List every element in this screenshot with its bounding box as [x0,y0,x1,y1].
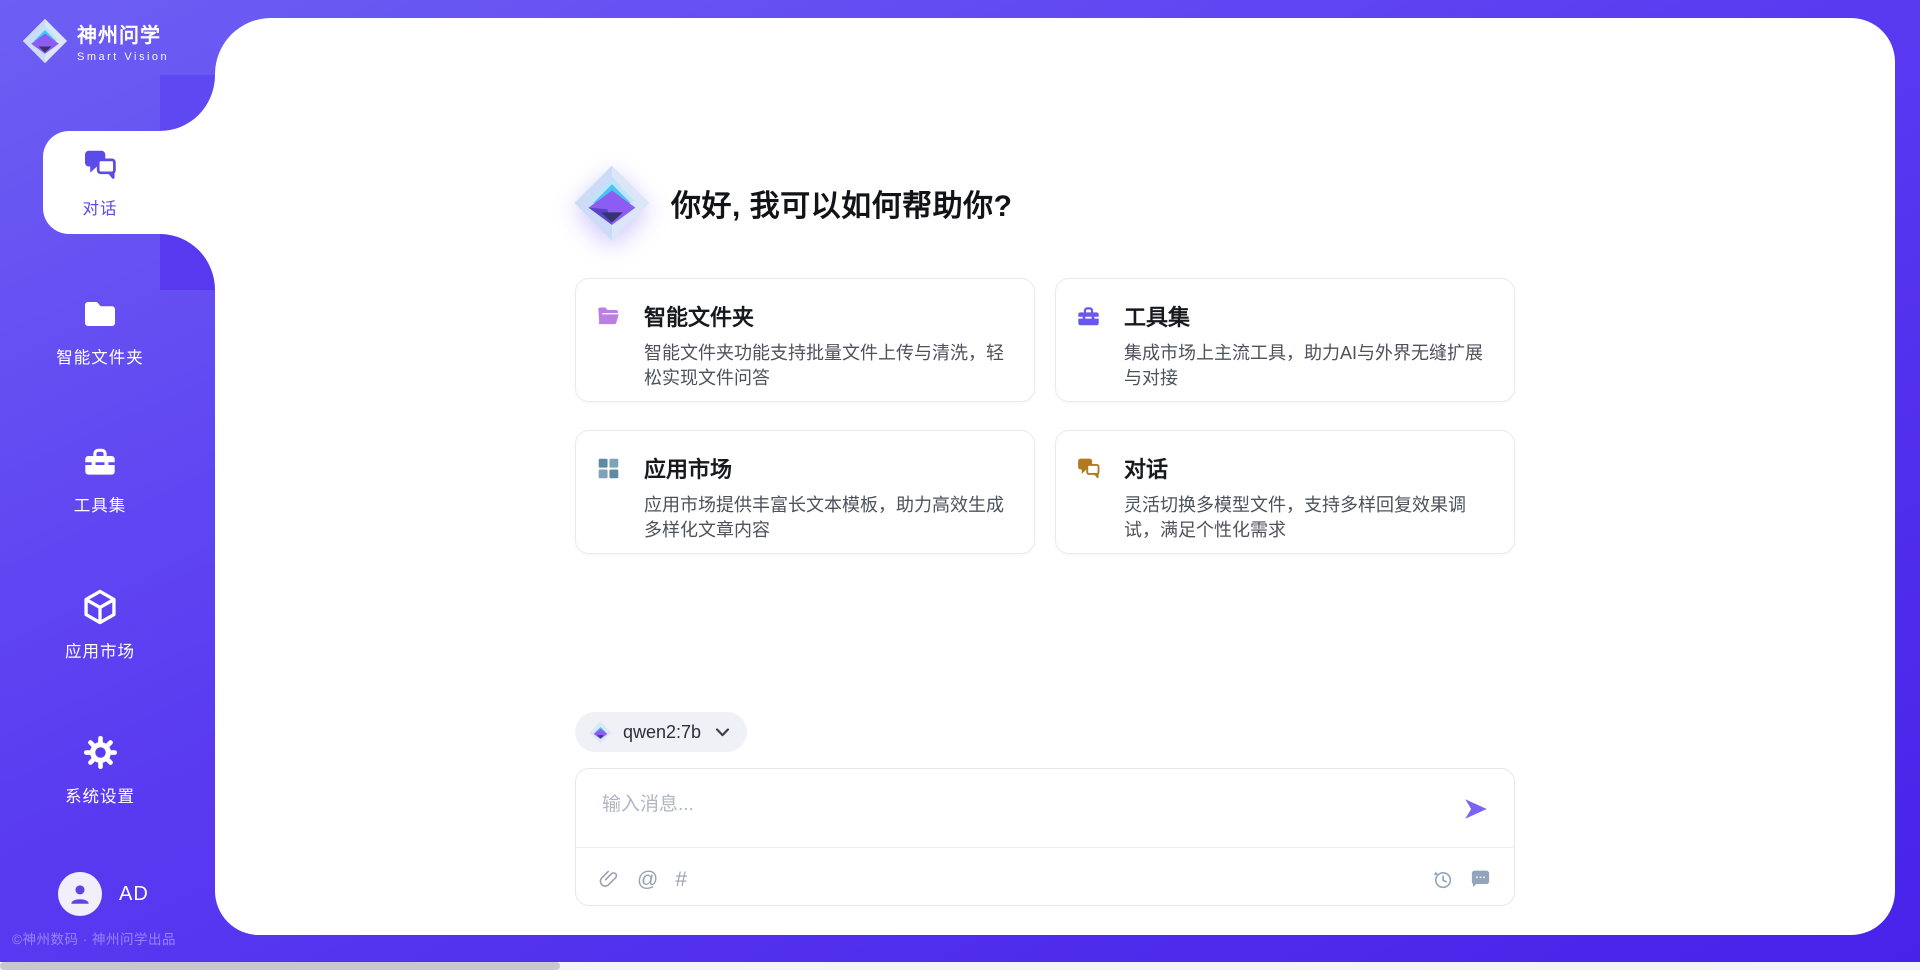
toolbox-icon [1076,304,1101,329]
model-label: qwen2:7b [623,722,701,743]
feature-cards: 智能文件夹 智能文件夹功能支持批量文件上传与清洗，轻松实现文件问答 工具集 集成… [575,278,1515,554]
history-button[interactable] [1431,868,1454,891]
horizontal-scrollbar[interactable] [0,962,1920,970]
card-title: 应用市场 [644,452,732,484]
chevron-down-icon [716,728,729,737]
sidebar-item-label: 应用市场 [65,638,135,662]
greeting-title: 你好, 我可以如何帮助你? [671,181,1013,225]
topic-button[interactable]: # [675,869,687,890]
sidebar-item-label: 智能文件夹 [56,344,144,368]
card-app-market[interactable]: 应用市场 应用市场提供丰富长文本模板，助力高效生成多样化文章内容 [575,430,1035,554]
sidebar-item-label: 系统设置 [65,783,135,807]
brand-logo-icon [22,18,68,64]
composer: @ # [575,768,1515,906]
message-input[interactable] [600,787,1364,843]
folder-open-icon [596,304,621,329]
tab-curve-top [160,75,215,131]
scrollbar-thumb[interactable] [0,962,560,970]
history-icon [1431,868,1454,891]
sidebar-item-label: 工具集 [74,492,127,516]
send-icon [1462,795,1490,823]
sidebar-item-chat[interactable]: 对话 [0,147,200,219]
copyright-text: ©神州数码 · 神州问学出品 [12,928,176,948]
card-description: 集成市场上主流工具，助力AI与外界无缝扩展与对接 [1124,341,1490,390]
app: 神州问学 Smart Vision 对话 智能文件夹 [0,0,1920,970]
card-title: 工具集 [1124,300,1190,332]
card-title: 智能文件夹 [644,300,754,332]
gear-icon [82,734,119,771]
user-profile[interactable]: AD [58,872,149,916]
model-logo-icon [589,721,612,744]
chat-icon [1076,456,1101,481]
user-initials: AD [119,883,149,906]
person-icon [67,881,93,907]
card-toolbox[interactable]: 工具集 集成市场上主流工具，助力AI与外界无缝扩展与对接 [1055,278,1515,402]
sidebar-item-smart-folder[interactable]: 智能文件夹 [0,296,200,368]
avatar [58,872,102,916]
card-description: 智能文件夹功能支持批量文件上传与清洗，轻松实现文件问答 [644,341,1010,390]
brand-name: 神州问学 [77,19,169,48]
sidebar-item-label: 对话 [83,195,118,219]
card-description: 灵活切换多模型文件，支持多样回复效果调试，满足个性化需求 [1124,493,1490,542]
card-description: 应用市场提供丰富长文本模板，助力高效生成多样化文章内容 [644,493,1010,542]
folder-icon [82,296,118,332]
grid-icon [596,456,621,481]
composer-divider [576,847,1514,848]
model-selector[interactable]: qwen2:7b [575,712,747,752]
brand: 神州问学 Smart Vision [22,18,169,64]
chat-icon [82,147,118,183]
chat-filled-icon [1469,868,1492,891]
card-smart-folder[interactable]: 智能文件夹 智能文件夹功能支持批量文件上传与清洗，轻松实现文件问答 [575,278,1035,402]
greeting-logo-icon [573,164,651,242]
paperclip-icon [598,868,620,890]
composer-toolbar: @ # [598,859,1492,899]
mention-button[interactable]: @ [637,869,658,890]
attach-button[interactable] [598,868,620,890]
greeting: 你好, 我可以如何帮助你? [573,164,1013,242]
sidebar-item-settings[interactable]: 系统设置 [0,734,200,807]
cube-icon [81,588,119,626]
tab-curve-bottom [160,234,215,290]
sidebar-item-app-market[interactable]: 应用市场 [0,588,200,662]
card-chat[interactable]: 对话 灵活切换多模型文件，支持多样回复效果调试，满足个性化需求 [1055,430,1515,554]
toolbox-icon [82,444,118,480]
sidebar-item-toolbox[interactable]: 工具集 [0,444,200,516]
chat-bubble-button[interactable] [1469,868,1492,891]
card-title: 对话 [1124,452,1168,484]
send-button[interactable] [1462,795,1490,823]
brand-subtitle: Smart Vision [77,51,169,63]
